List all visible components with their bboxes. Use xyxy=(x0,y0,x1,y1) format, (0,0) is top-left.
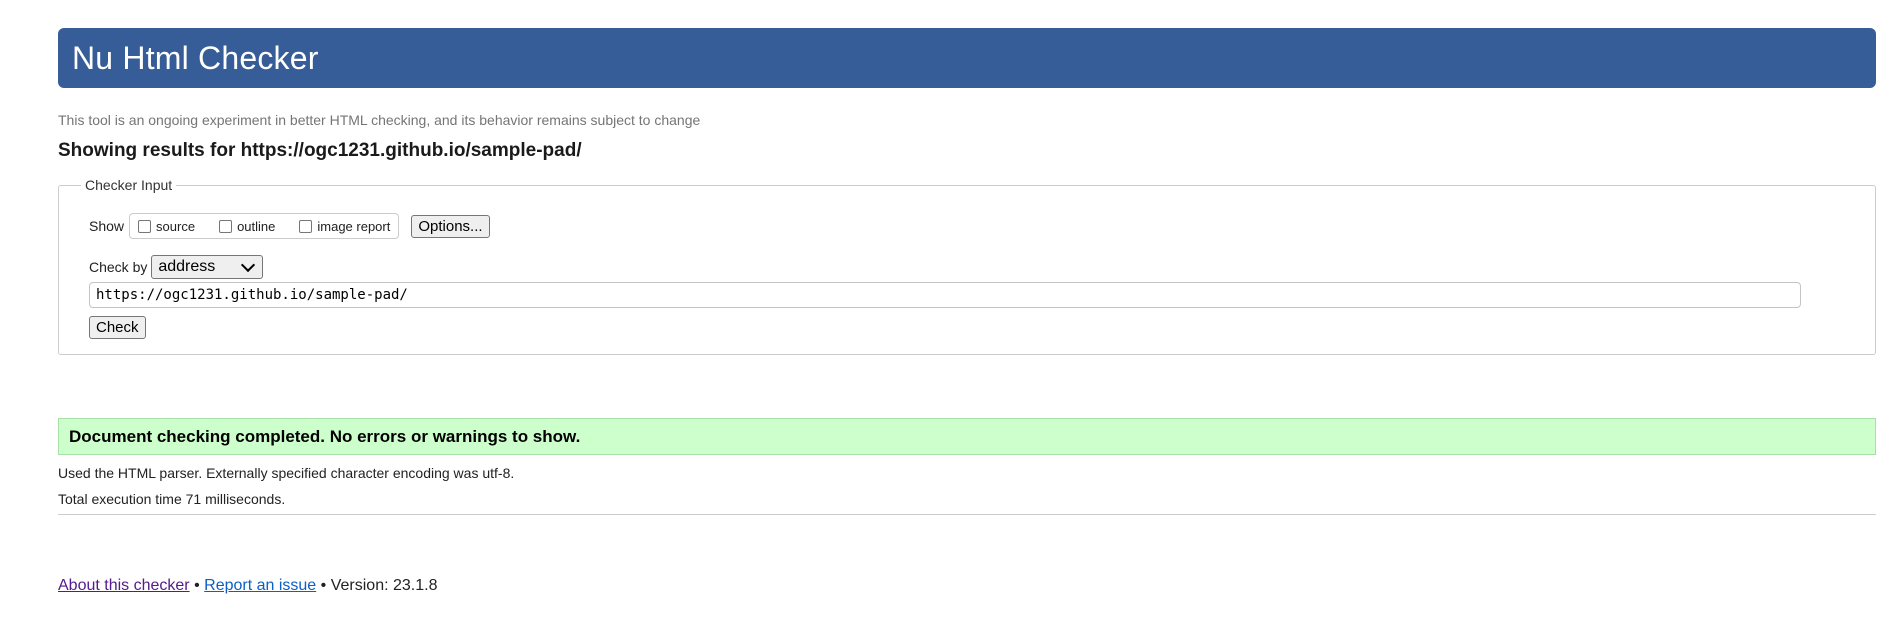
checker-input-legend: Checker Input xyxy=(85,177,173,193)
check-by-label: Check by xyxy=(89,259,148,275)
source-checkbox[interactable] xyxy=(138,219,152,233)
outline-label: outline xyxy=(237,218,276,234)
about-checker-link[interactable]: About this checker xyxy=(58,577,190,594)
show-source-option[interactable]: source xyxy=(138,219,195,234)
url-input[interactable]: https://ogc1231.github.io/sample-pad/ xyxy=(89,282,1801,308)
options-button[interactable]: Options... xyxy=(411,214,490,238)
app-title: Nu Html Checker xyxy=(72,39,319,76)
show-outline-option[interactable]: outline xyxy=(219,219,275,234)
header-banner: Nu Html Checker xyxy=(58,28,1876,88)
image-report-checkbox[interactable] xyxy=(299,219,313,233)
source-label: source xyxy=(156,218,196,234)
image-report-label: image report xyxy=(317,218,391,234)
show-options-row: Show source outline image report Options… xyxy=(89,213,1845,239)
footer-separator-2: • xyxy=(320,577,327,594)
results-heading: Showing results for https://ogc1231.gith… xyxy=(58,140,582,161)
footer: About this checker • Report an issue • V… xyxy=(58,577,1876,595)
success-message: Document checking completed. No errors o… xyxy=(58,418,1876,455)
footer-separator: • xyxy=(194,577,200,594)
show-image-report-option[interactable]: image report xyxy=(299,219,390,234)
check-by-row: Check by address xyxy=(89,255,1845,279)
chevron-down-icon xyxy=(241,257,256,273)
outline-checkbox[interactable] xyxy=(219,219,233,233)
check-button[interactable]: Check xyxy=(89,316,146,339)
divider xyxy=(58,514,1876,515)
parser-info: Used the HTML parser. Externally specifi… xyxy=(58,465,515,481)
show-options-group: source outline image report xyxy=(129,213,400,239)
report-issue-link[interactable]: Report an issue xyxy=(204,577,316,594)
check-by-selected-value: address xyxy=(158,258,216,275)
result-details: Used the HTML parser. Externally specifi… xyxy=(58,465,1876,507)
execution-time: Total execution time 71 milliseconds. xyxy=(58,491,286,507)
show-label: Show xyxy=(89,218,125,234)
url-input-value: https://ogc1231.github.io/sample-pad/ xyxy=(96,287,408,303)
tagline: This tool is an ongoing experiment in be… xyxy=(58,112,701,128)
check-by-select[interactable]: address xyxy=(151,255,264,279)
checker-input-fieldset: Checker Input Show source outline image … xyxy=(58,177,1876,355)
page-container: Nu Html Checker This tool is an ongoing … xyxy=(58,28,1876,595)
version-text: Version: 23.1.8 xyxy=(330,577,438,594)
